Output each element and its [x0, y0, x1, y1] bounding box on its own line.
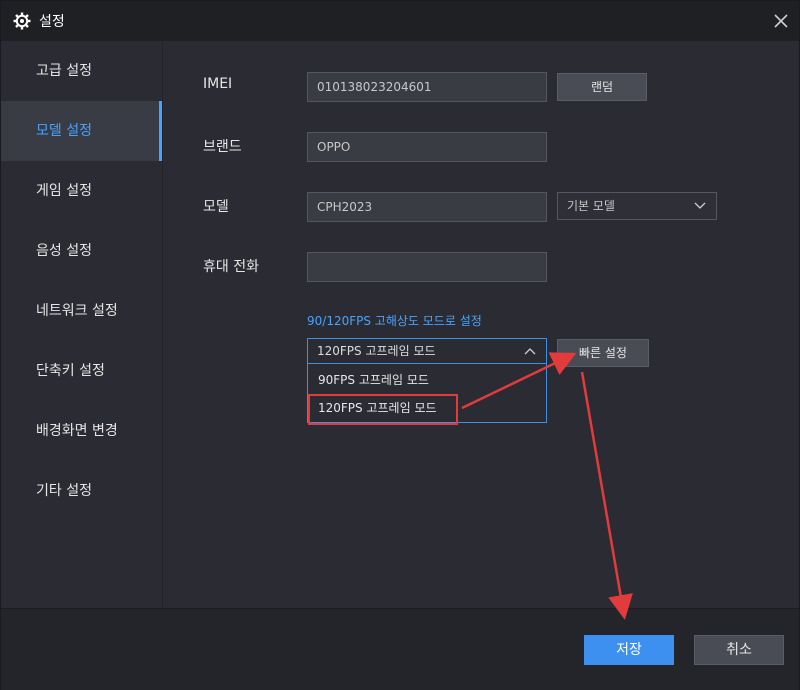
- fps-option-90[interactable]: 90FPS 고프레임 모드: [308, 366, 546, 394]
- sidebar-item-advanced[interactable]: 고급 설정: [1, 41, 162, 101]
- sidebar-item-wallpaper[interactable]: 배경화면 변경: [1, 401, 162, 461]
- cancel-button[interactable]: 취소: [694, 635, 784, 665]
- preset-model-select[interactable]: 기본 모델: [557, 192, 717, 220]
- sidebar-item-label: 단축키 설정: [36, 363, 105, 379]
- quick-setup-button[interactable]: 빠른 설정: [557, 339, 649, 367]
- title-bar: 설정: [1, 1, 799, 41]
- preset-model-value: 기본 모델: [567, 199, 615, 213]
- model-settings-panel: IMEI 010138023204601 랜덤 브랜드 OPPO 모델 CPH2…: [163, 41, 799, 608]
- phone-field[interactable]: [307, 252, 547, 282]
- model-field[interactable]: CPH2023: [307, 192, 547, 222]
- sidebar-item-game[interactable]: 게임 설정: [1, 161, 162, 221]
- fps-hint-link[interactable]: 90/120FPS 고해상도 모드로 설정: [307, 312, 482, 329]
- close-icon[interactable]: [771, 11, 791, 31]
- sidebar-item-other[interactable]: 기타 설정: [1, 461, 162, 521]
- annotation-highlight-box: [308, 394, 458, 425]
- footer-bar: 저장 취소: [1, 608, 799, 690]
- sidebar-item-network[interactable]: 네트워크 설정: [1, 281, 162, 341]
- random-imei-button[interactable]: 랜덤: [557, 73, 647, 101]
- sidebar-item-label: 게임 설정: [36, 183, 92, 199]
- sidebar-item-model[interactable]: 모델 설정: [1, 101, 162, 161]
- brand-label: 브랜드: [203, 139, 242, 155]
- imei-label: IMEI: [203, 76, 233, 92]
- sidebar-item-audio[interactable]: 음성 설정: [1, 221, 162, 281]
- imei-field[interactable]: 010138023204601: [307, 72, 547, 102]
- model-label: 모델: [203, 199, 229, 215]
- sidebar-item-label: 고급 설정: [36, 63, 92, 79]
- brand-field[interactable]: OPPO: [307, 132, 547, 162]
- fps-mode-select[interactable]: 120FPS 고프레임 모드: [307, 338, 547, 364]
- gear-icon: [13, 12, 31, 30]
- sidebar-item-label: 배경화면 변경: [36, 423, 118, 439]
- save-button[interactable]: 저장: [584, 635, 674, 665]
- sidebar-item-label: 네트워크 설정: [36, 303, 118, 319]
- chevron-up-icon: [524, 348, 536, 355]
- fps-selected-value: 120FPS 고프레임 모드: [317, 344, 436, 358]
- settings-window: 설정 고급 설정 모델 설정 게임 설정 음성 설정 네트워크 설정 단축키 설…: [0, 0, 800, 690]
- phone-label: 휴대 전화: [203, 259, 259, 275]
- chevron-down-icon: [694, 202, 706, 209]
- settings-sidebar: 고급 설정 모델 설정 게임 설정 음성 설정 네트워크 설정 단축키 설정 배…: [1, 41, 163, 608]
- sidebar-item-shortcuts[interactable]: 단축키 설정: [1, 341, 162, 401]
- window-title: 설정: [39, 14, 65, 30]
- sidebar-item-label: 기타 설정: [36, 483, 92, 499]
- sidebar-item-label: 음성 설정: [36, 243, 92, 259]
- sidebar-item-label: 모델 설정: [36, 123, 92, 139]
